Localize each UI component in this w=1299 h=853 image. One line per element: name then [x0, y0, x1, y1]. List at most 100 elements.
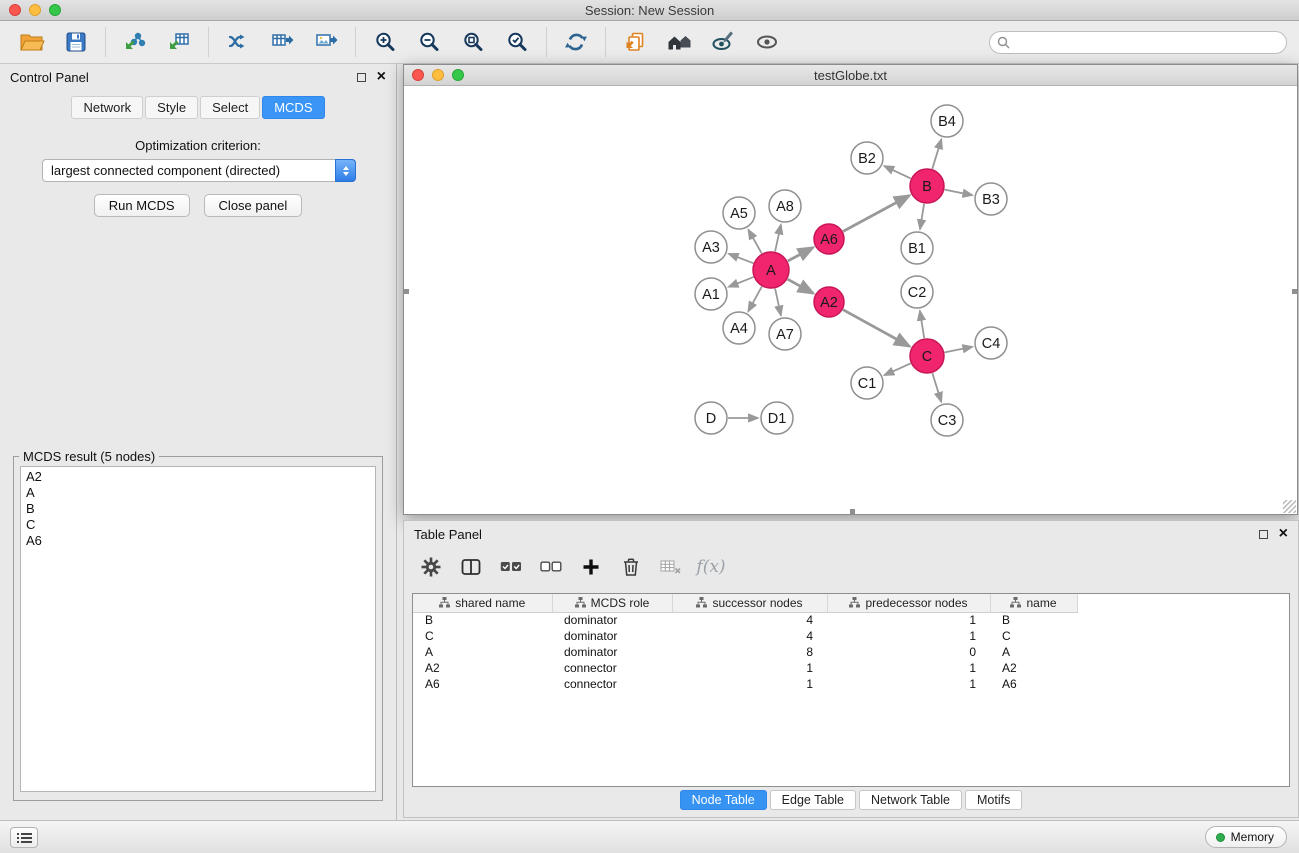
table-cell[interactable]: A: [413, 644, 552, 660]
table-cell[interactable]: 1: [672, 660, 827, 676]
table-cell[interactable]: 1: [827, 612, 990, 628]
graph-node-B2[interactable]: B2: [851, 142, 883, 174]
table-cell[interactable]: 1: [827, 676, 990, 692]
mcds-result-item[interactable]: B: [26, 501, 370, 517]
table-cell[interactable]: connector: [552, 676, 672, 692]
graph-edge[interactable]: [932, 373, 941, 402]
table-row[interactable]: A6connector11A6: [413, 676, 1077, 692]
graph-node-C[interactable]: C: [910, 339, 944, 373]
column-header-predecessor-nodes[interactable]: predecessor nodes: [827, 594, 990, 612]
graph-svg[interactable]: B4B2BB3A5A8A6A3B1AC2A1A2A4A7CC4C1C3DD1: [404, 87, 1297, 514]
network-canvas[interactable]: B4B2BB3A5A8A6A3B1AC2A1A2A4A7CC4C1C3DD1: [404, 87, 1297, 514]
frame-handle[interactable]: [1292, 289, 1297, 294]
zoom-network-button[interactable]: [452, 69, 464, 81]
graph-node-C3[interactable]: C3: [931, 404, 963, 436]
tab-network-table[interactable]: Network Table: [859, 790, 962, 810]
mcds-result-item[interactable]: A2: [26, 469, 370, 485]
table-cell[interactable]: C: [990, 628, 1077, 644]
export-image-button[interactable]: [304, 24, 348, 60]
table-cell[interactable]: 4: [672, 612, 827, 628]
table-cell[interactable]: dominator: [552, 612, 672, 628]
table-cell[interactable]: A2: [990, 660, 1077, 676]
table-cell[interactable]: B: [413, 612, 552, 628]
graph-edge[interactable]: [775, 289, 781, 316]
zoom-fit-button[interactable]: [451, 24, 495, 60]
table-cell[interactable]: A6: [413, 676, 552, 692]
function-builder-button[interactable]: f(x): [694, 551, 728, 583]
delete-column-button[interactable]: [614, 551, 648, 583]
graph-node-A1[interactable]: A1: [695, 278, 727, 310]
frame-handle[interactable]: [850, 509, 855, 514]
graph-node-A2[interactable]: A2: [814, 287, 844, 317]
table-cell[interactable]: 1: [672, 676, 827, 692]
export-table-button[interactable]: [260, 24, 304, 60]
graph-edge[interactable]: [884, 166, 911, 178]
zoom-selected-button[interactable]: [495, 24, 539, 60]
table-cell[interactable]: A: [990, 644, 1077, 660]
tab-mcds[interactable]: MCDS: [262, 96, 324, 119]
tab-network[interactable]: Network: [71, 96, 143, 119]
toggle-visibility-button[interactable]: [745, 24, 789, 60]
save-session-button[interactable]: [54, 24, 98, 60]
graph-edge[interactable]: [729, 277, 754, 287]
table-row[interactable]: Cdominator41C: [413, 628, 1077, 644]
add-column-button[interactable]: [574, 551, 608, 583]
table-cell[interactable]: dominator: [552, 644, 672, 660]
graph-edge[interactable]: [729, 254, 754, 263]
export-network-button[interactable]: [216, 24, 260, 60]
table-cell[interactable]: 4: [672, 628, 827, 644]
column-header-mcds-role[interactable]: MCDS role: [552, 594, 672, 612]
delete-table-button[interactable]: [654, 551, 688, 583]
graph-node-C2[interactable]: C2: [901, 276, 933, 308]
column-header-shared-name[interactable]: shared name: [413, 594, 552, 612]
toggle-graphics-details-button[interactable]: [701, 24, 745, 60]
graph-edge[interactable]: [843, 310, 910, 347]
graph-edge[interactable]: [788, 279, 814, 293]
graph-node-C4[interactable]: C4: [975, 327, 1007, 359]
graph-node-A4[interactable]: A4: [723, 312, 755, 344]
tab-select[interactable]: Select: [200, 96, 260, 119]
graph-node-A[interactable]: A: [753, 252, 789, 288]
table-cell[interactable]: B: [990, 612, 1077, 628]
table-cell[interactable]: A2: [413, 660, 552, 676]
resize-grip[interactable]: [1283, 500, 1296, 513]
float-table-panel-button[interactable]: [1259, 530, 1268, 539]
graph-edge[interactable]: [932, 139, 941, 169]
home-button[interactable]: [657, 24, 701, 60]
unselect-all-columns-button[interactable]: [534, 551, 568, 583]
frame-handle[interactable]: [404, 289, 409, 294]
documents-button[interactable]: [613, 24, 657, 60]
table-cell[interactable]: 8: [672, 644, 827, 660]
criterion-select[interactable]: largest connected component (directed): [42, 159, 356, 182]
graph-node-D1[interactable]: D1: [761, 402, 793, 434]
graph-node-B1[interactable]: B1: [901, 232, 933, 264]
graph-node-C1[interactable]: C1: [851, 367, 883, 399]
select-all-columns-button[interactable]: [494, 551, 528, 583]
zoom-out-button[interactable]: [407, 24, 451, 60]
import-network-button[interactable]: [113, 24, 157, 60]
graph-edge[interactable]: [748, 287, 762, 312]
dropdown-stepper-icon[interactable]: [335, 159, 356, 182]
close-window-button[interactable]: [9, 4, 21, 16]
show-columns-button[interactable]: [454, 551, 488, 583]
open-session-button[interactable]: [10, 24, 54, 60]
graph-edge[interactable]: [920, 204, 924, 229]
network-window-titlebar[interactable]: testGlobe.txt: [404, 65, 1297, 86]
graph-node-B3[interactable]: B3: [975, 183, 1007, 215]
table-cell[interactable]: 0: [827, 644, 990, 660]
minimize-window-button[interactable]: [29, 4, 41, 16]
graph-edge[interactable]: [920, 311, 924, 338]
graph-edge[interactable]: [843, 196, 909, 232]
tab-motifs[interactable]: Motifs: [965, 790, 1022, 810]
table-row[interactable]: Adominator80A: [413, 644, 1077, 660]
graph-edge[interactable]: [945, 347, 973, 353]
zoom-in-button[interactable]: [363, 24, 407, 60]
close-table-panel-icon[interactable]: ×: [1279, 528, 1288, 540]
table-row[interactable]: A2connector11A2: [413, 660, 1077, 676]
graph-node-B4[interactable]: B4: [931, 105, 963, 137]
graph-node-D[interactable]: D: [695, 402, 727, 434]
mcds-result-item[interactable]: A6: [26, 533, 370, 549]
graph-edge[interactable]: [884, 363, 910, 375]
graph-node-A3[interactable]: A3: [695, 231, 727, 263]
memory-button[interactable]: Memory: [1205, 826, 1287, 848]
